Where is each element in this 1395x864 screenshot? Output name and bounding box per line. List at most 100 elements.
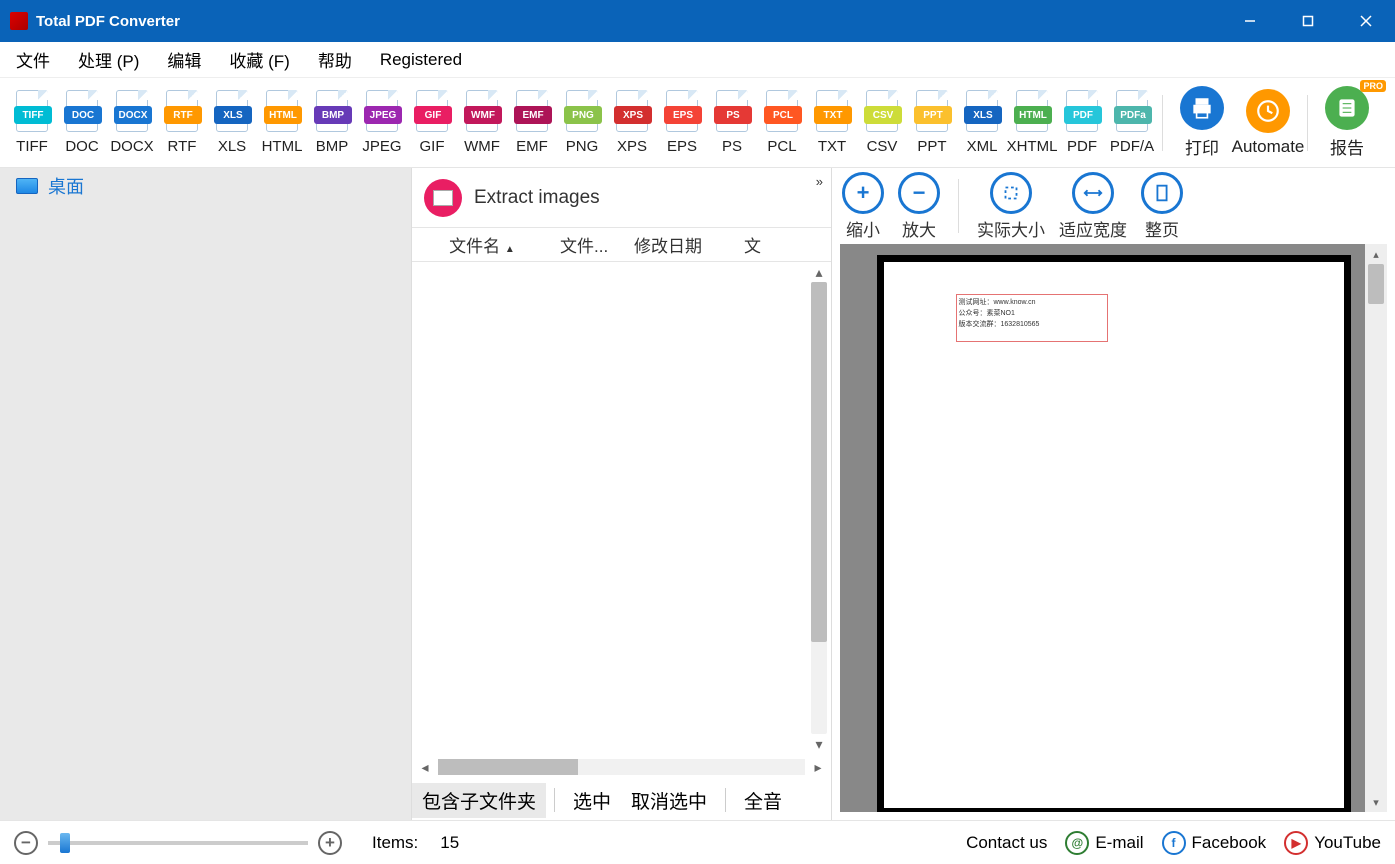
format-pdf-a[interactable]: PDFa PDF/A (1108, 90, 1156, 155)
format-pcl[interactable]: PCL PCL (758, 90, 806, 155)
format-html[interactable]: HTML HTML (258, 90, 306, 155)
folder-tree-pane: 桌面 (0, 168, 412, 820)
collapse-icon[interactable]: » (816, 174, 823, 189)
format-gif[interactable]: GIF GIF (408, 90, 456, 155)
extract-label[interactable]: Extract images (474, 187, 600, 209)
preview-content-box: 测试网址：www.know.cn 公众号：素菜NO1 版本交流群：1632810… (956, 294, 1108, 342)
zoom-plus-button[interactable]: + (318, 831, 342, 855)
preview-scrollbar[interactable]: ▴ ▾ (1365, 244, 1387, 812)
scroll-down-icon[interactable]: ▾ (1365, 792, 1387, 812)
format-ppt[interactable]: PPT PPT (908, 90, 956, 155)
select-button[interactable]: 选中 (563, 783, 621, 818)
scroll-thumb[interactable] (438, 759, 578, 775)
col-file[interactable]: 文件... (552, 232, 626, 257)
separator (958, 179, 959, 233)
col-name[interactable]: 文件名 ▲ (412, 232, 552, 257)
actual-size-label: 实际大小 (977, 216, 1045, 241)
format-png[interactable]: PNG PNG (558, 90, 606, 155)
include-subfolders-button[interactable]: 包含子文件夹 (412, 783, 546, 818)
scroll-up-icon[interactable]: ▴ (1365, 244, 1387, 264)
actual-size-button[interactable]: 实际大小 (977, 172, 1045, 241)
format-label: PDF (1067, 138, 1097, 155)
vertical-scrollbar[interactable]: ▴ ▾ (807, 262, 831, 754)
format-pdf[interactable]: PDF PDF (1058, 90, 1106, 155)
menu-favorites[interactable]: 收藏 (F) (225, 45, 293, 74)
format-xml[interactable]: XLS XML (958, 90, 1006, 155)
file-icon: XLS (962, 90, 1002, 134)
scroll-down-icon[interactable]: ▾ (809, 734, 829, 754)
titlebar: Total PDF Converter (0, 0, 1395, 42)
main-area: 桌面 » Extract images 文件名 ▲ 文件... 修改日期 文 ▴… (0, 168, 1395, 820)
tree-item-desktop[interactable]: 桌面 (0, 168, 411, 204)
col-text[interactable]: 文 (736, 232, 766, 257)
file-list-pane: » Extract images 文件名 ▲ 文件... 修改日期 文 ▴ ▾ … (412, 168, 832, 820)
format-jpeg[interactable]: JPEG JPEG (358, 90, 406, 155)
automate-label: Automate (1232, 137, 1305, 157)
close-button[interactable] (1337, 0, 1395, 42)
scroll-left-icon[interactable]: ◂ (412, 759, 438, 776)
file-icon: XLS (212, 90, 252, 134)
format-emf[interactable]: EMF EMF (508, 90, 556, 155)
whole-page-icon (1141, 172, 1183, 214)
report-icon (1325, 86, 1369, 130)
format-eps[interactable]: EPS EPS (658, 90, 706, 155)
zoom-minus-button[interactable]: − (14, 831, 38, 855)
format-ps[interactable]: PS PS (708, 90, 756, 155)
menu-file[interactable]: 文件 (12, 45, 54, 74)
report-label: 报告 (1330, 134, 1364, 159)
preview-viewport[interactable]: 测试网址：www.know.cn 公众号：素菜NO1 版本交流群：1632810… (840, 244, 1387, 812)
file-icon: CSV (862, 90, 902, 134)
zoom-out-button[interactable]: + 缩小 (842, 172, 884, 241)
menu-process[interactable]: 处理 (P) (74, 45, 143, 74)
slider-handle[interactable] (60, 833, 70, 853)
format-txt[interactable]: TXT TXT (808, 90, 856, 155)
youtube-link[interactable]: ▶ YouTube (1284, 831, 1381, 855)
format-tiff[interactable]: TIFF TIFF (8, 90, 56, 155)
format-bmp[interactable]: BMP BMP (308, 90, 356, 155)
format-docx[interactable]: DOCX DOCX (108, 90, 156, 155)
facebook-link[interactable]: f Facebook (1162, 831, 1267, 855)
menu-registered[interactable]: Registered (376, 48, 466, 72)
format-label: PS (722, 138, 742, 155)
menu-edit[interactable]: 编辑 (163, 45, 205, 74)
scroll-up-icon[interactable]: ▴ (809, 262, 829, 282)
minimize-button[interactable] (1221, 0, 1279, 42)
file-icon: JPEG (362, 90, 402, 134)
facebook-icon: f (1162, 831, 1186, 855)
format-doc[interactable]: DOC DOC (58, 90, 106, 155)
file-icon: HTML (1012, 90, 1052, 134)
contact-bar: Contact us @ E-mail f Facebook ▶ YouTube (966, 831, 1381, 855)
format-xls[interactable]: XLS XLS (208, 90, 256, 155)
format-label: PDF/A (1110, 138, 1154, 155)
scroll-right-icon[interactable]: ▸ (805, 759, 831, 776)
zoom-slider[interactable] (48, 841, 308, 845)
whole-page-button[interactable]: 整页 (1141, 172, 1183, 241)
file-icon: GIF (412, 90, 452, 134)
zoom-in-button[interactable]: − 放大 (898, 172, 940, 241)
deselect-button[interactable]: 取消选中 (621, 783, 717, 818)
email-link[interactable]: @ E-mail (1065, 831, 1143, 855)
maximize-button[interactable] (1279, 0, 1337, 42)
scroll-thumb[interactable] (1368, 264, 1384, 304)
fit-width-button[interactable]: 适应宽度 (1059, 172, 1127, 241)
format-label: DOC (65, 138, 98, 155)
format-wmf[interactable]: WMF WMF (458, 90, 506, 155)
scroll-thumb[interactable] (811, 282, 827, 642)
automate-button[interactable]: Automate (1235, 89, 1301, 157)
file-icon: RTF (162, 90, 202, 134)
format-xps[interactable]: XPS XPS (608, 90, 656, 155)
col-modified[interactable]: 修改日期 (626, 232, 736, 257)
format-rtf[interactable]: RTF RTF (158, 90, 206, 155)
file-icon: XPS (612, 90, 652, 134)
menu-help[interactable]: 帮助 (314, 45, 356, 74)
format-xhtml[interactable]: HTML XHTML (1008, 90, 1056, 155)
email-icon: @ (1065, 831, 1089, 855)
fit-width-label: 适应宽度 (1059, 216, 1127, 241)
print-button[interactable]: 打印 (1169, 86, 1235, 159)
report-button[interactable]: PRO 报告 (1314, 86, 1380, 159)
horizontal-scrollbar[interactable]: ◂ ▸ (412, 754, 831, 780)
format-label: XML (967, 138, 998, 155)
format-csv[interactable]: CSV CSV (858, 90, 906, 155)
toolbar-separator (1162, 95, 1163, 151)
all-button[interactable]: 全音 (734, 783, 792, 818)
